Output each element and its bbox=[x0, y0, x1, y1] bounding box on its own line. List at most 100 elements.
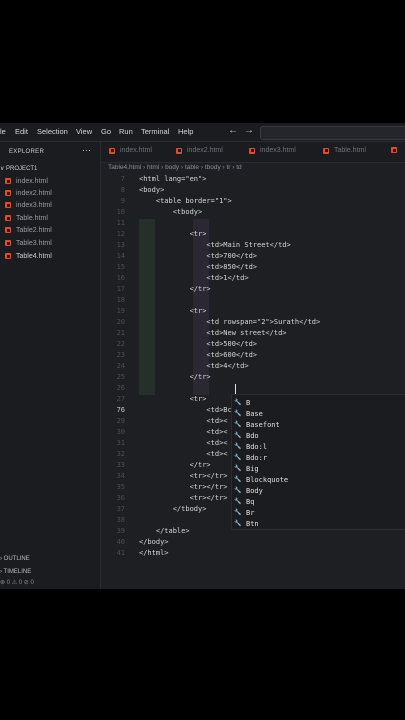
file-item[interactable]: Table.html bbox=[5, 212, 48, 224]
menu-terminal[interactable]: Terminal bbox=[141, 127, 169, 136]
wrench-icon: 🔧 bbox=[234, 465, 242, 472]
code-line[interactable]: 18 bbox=[101, 296, 405, 307]
code-line[interactable]: 11 bbox=[101, 219, 405, 230]
line-code: <td>500</td> bbox=[139, 340, 258, 348]
code-line[interactable]: 16 <td>1</td> bbox=[101, 274, 405, 285]
tab-table[interactable]: Table.html bbox=[323, 147, 366, 154]
file-item[interactable]: Table2.html bbox=[5, 224, 52, 236]
code-line[interactable]: 17 </tr> bbox=[101, 285, 405, 296]
line-number: 38 bbox=[116, 516, 125, 524]
menu-go[interactable]: Go bbox=[101, 127, 111, 136]
line-number: 30 bbox=[116, 428, 125, 436]
code-line[interactable]: 41 </html> bbox=[101, 549, 405, 560]
code-line[interactable]: 19 <tr> bbox=[101, 307, 405, 318]
line-number: 16 bbox=[116, 274, 125, 282]
html5-icon bbox=[5, 227, 11, 233]
file-item[interactable]: Table3.html bbox=[5, 237, 52, 249]
wrench-icon: 🔧 bbox=[234, 509, 242, 516]
line-code: <html lang="en"> bbox=[139, 175, 207, 183]
line-number: 39 bbox=[116, 527, 125, 535]
forward-arrow-icon[interactable]: → bbox=[244, 125, 254, 136]
line-code: <tr> bbox=[139, 230, 207, 238]
line-number: 31 bbox=[116, 439, 125, 447]
suggestion-item[interactable]: 🔧 Br bbox=[234, 507, 254, 518]
menu-edit[interactable]: Edit bbox=[15, 127, 28, 136]
line-code: </tr> bbox=[139, 461, 211, 469]
line-number: 25 bbox=[116, 373, 125, 381]
suggestion-item[interactable]: 🔧 B bbox=[234, 397, 250, 408]
outline-section[interactable]: › OUTLINE bbox=[0, 556, 30, 562]
line-code: <td>850</td> bbox=[139, 263, 258, 271]
file-item[interactable]: index.html bbox=[5, 175, 48, 187]
line-number: 22 bbox=[116, 340, 125, 348]
menu-run[interactable]: Run bbox=[119, 127, 133, 136]
line-code: <tr> bbox=[139, 307, 207, 315]
file-item-active[interactable]: Table4.html bbox=[5, 250, 52, 262]
file-item[interactable]: index2.html bbox=[5, 187, 52, 199]
code-line[interactable]: 24 <td>4</td> bbox=[101, 362, 405, 373]
line-number: 15 bbox=[116, 263, 125, 271]
tab-index2[interactable]: index2.html bbox=[176, 147, 223, 154]
line-code: <td>< bbox=[139, 439, 228, 447]
code-line[interactable]: 10 <tbody> bbox=[101, 208, 405, 219]
suggestion-item[interactable]: 🔧 Basefont bbox=[234, 419, 280, 430]
wrench-icon: 🔧 bbox=[234, 498, 242, 505]
line-number: 36 bbox=[116, 494, 125, 502]
suggestion-item[interactable]: 🔧 Bdo:l bbox=[234, 441, 267, 452]
code-editor[interactable]: 7 <html lang="en"> 8 <body> 9 <table border=… bbox=[101, 175, 405, 589]
code-line[interactable]: 8 <body> bbox=[101, 186, 405, 197]
code-line[interactable]: 25 </tr> bbox=[101, 373, 405, 384]
line-number: 41 bbox=[116, 549, 125, 557]
line-code: <tr> bbox=[139, 395, 207, 403]
menu-view[interactable]: View bbox=[76, 127, 92, 136]
code-line[interactable]: 7 <html lang="en"> bbox=[101, 175, 405, 186]
line-number: 34 bbox=[116, 472, 125, 480]
menu-help[interactable]: Help bbox=[178, 127, 193, 136]
code-line[interactable]: 13 <td>Main Street</td> bbox=[101, 241, 405, 252]
code-line[interactable]: 12 <tr> bbox=[101, 230, 405, 241]
line-code: <td rowspan="2">Surath</td> bbox=[139, 318, 321, 326]
suggestion-item[interactable]: 🔧 Blockquote bbox=[234, 474, 288, 485]
wrench-icon: 🔧 bbox=[234, 487, 242, 494]
code-line[interactable]: 15 <td>850</td> bbox=[101, 263, 405, 274]
suggestion-item[interactable]: 🔧 Base bbox=[234, 408, 263, 419]
file-item[interactable]: index3.html bbox=[5, 199, 52, 211]
timeline-section[interactable]: › TIMELINE bbox=[0, 569, 31, 575]
more-actions-icon[interactable]: ··· bbox=[82, 145, 91, 155]
suggestion-item[interactable]: 🔧 Big bbox=[234, 463, 259, 474]
code-line[interactable]: 14 <td>700</td> bbox=[101, 252, 405, 263]
code-line[interactable]: 21 <td>New street</td> bbox=[101, 329, 405, 340]
suggestion-label: Body bbox=[246, 486, 263, 495]
line-number: 33 bbox=[116, 461, 125, 469]
line-number: 29 bbox=[116, 417, 125, 425]
project-folder[interactable]: ∨ PROJECT1 bbox=[0, 165, 37, 172]
line-number: 76 bbox=[116, 406, 125, 414]
command-center-search[interactable] bbox=[260, 126, 405, 140]
suggestion-item[interactable]: 🔧 Bdo bbox=[234, 430, 259, 441]
suggestion-label: B bbox=[246, 398, 251, 407]
suggestion-item[interactable]: 🔧 Body bbox=[234, 485, 263, 496]
line-number: 13 bbox=[116, 241, 125, 249]
suggestion-label: Btn bbox=[246, 519, 259, 528]
menu-file[interactable]: le bbox=[0, 127, 6, 136]
code-line[interactable]: 22 <td>500</td> bbox=[101, 340, 405, 351]
code-line[interactable]: 40 </body> bbox=[101, 538, 405, 549]
line-code: <td>1</td> bbox=[139, 274, 249, 282]
code-line[interactable]: 9 <table border="1"> bbox=[101, 197, 405, 208]
suggestion-item[interactable]: 🔧 Bdo:r bbox=[234, 452, 267, 463]
tab-index[interactable]: index.html bbox=[109, 147, 152, 154]
breadcrumb[interactable]: Table4.html › html › body › table › tbod… bbox=[101, 163, 405, 175]
back-arrow-icon[interactable]: ← bbox=[228, 125, 238, 136]
line-number: 20 bbox=[116, 318, 125, 326]
line-code: <tr></tr> bbox=[139, 494, 228, 502]
tab-index3[interactable]: index3.html bbox=[249, 147, 296, 154]
line-code: <td>< bbox=[139, 417, 228, 425]
suggestion-item[interactable]: 🔧 Btn bbox=[234, 518, 259, 529]
tab-overflow[interactable] bbox=[391, 147, 402, 153]
status-bar[interactable]: ⊗ 0 ⚠ 0 ⊘ 0 bbox=[0, 579, 100, 589]
line-number: 11 bbox=[116, 219, 125, 227]
suggestion-item[interactable]: 🔧 Bq bbox=[234, 496, 254, 507]
code-line[interactable]: 20 <td rowspan="2">Surath</td> bbox=[101, 318, 405, 329]
menu-selection[interactable]: Selection bbox=[37, 127, 68, 136]
code-line[interactable]: 23 <td>600</td> bbox=[101, 351, 405, 362]
